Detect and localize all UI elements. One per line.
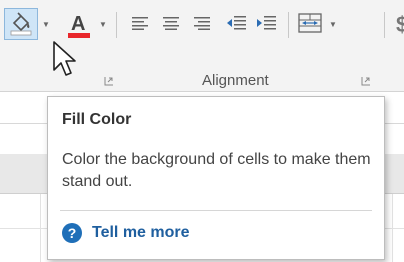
fill-color-button[interactable] <box>4 8 38 40</box>
separator <box>384 12 385 38</box>
tooltip-description: Color the background of cells to make th… <box>62 151 371 190</box>
fill-color-tooltip: Fill Color Color the background of cells… <box>47 96 385 260</box>
increase-indent-icon <box>257 16 276 30</box>
column-gridline <box>392 194 393 262</box>
tooltip-divider <box>60 210 372 211</box>
currency-format-icon[interactable]: $ <box>396 12 404 38</box>
font-color-dropdown[interactable]: ▼ <box>98 18 108 30</box>
font-color-button[interactable]: A <box>62 8 96 40</box>
tell-me-more-label: Tell me more <box>92 224 190 241</box>
separator <box>116 12 117 38</box>
svg-text:A: A <box>71 13 85 35</box>
align-right-icon <box>194 17 210 30</box>
separator <box>288 12 289 38</box>
alignment-group-label: Alignment <box>202 72 269 89</box>
align-center-button[interactable] <box>160 12 182 34</box>
align-right-button[interactable] <box>190 12 212 34</box>
chevron-down-icon: ▼ <box>42 19 50 29</box>
merge-center-button[interactable] <box>296 10 324 36</box>
mouse-cursor-icon <box>53 41 76 76</box>
column-gridline <box>40 194 41 262</box>
increase-indent-button[interactable] <box>254 12 278 34</box>
chevron-down-icon: ▼ <box>329 19 337 29</box>
merge-cells-icon <box>298 13 322 33</box>
font-dialog-launcher-icon[interactable] <box>104 76 114 86</box>
help-icon: ? <box>62 223 82 243</box>
decrease-indent-icon <box>227 16 246 30</box>
align-left-icon <box>132 17 148 30</box>
paint-bucket-icon <box>10 12 32 36</box>
tell-me-more-link[interactable]: ? Tell me more <box>62 223 190 243</box>
tooltip-title: Fill Color <box>62 111 132 128</box>
alignment-dialog-launcher-icon[interactable] <box>361 76 371 86</box>
decrease-indent-button[interactable] <box>224 12 248 34</box>
font-color-icon: A <box>68 13 90 38</box>
align-center-icon <box>163 17 179 30</box>
chevron-down-icon: ▼ <box>99 19 107 29</box>
fill-color-dropdown[interactable]: ▼ <box>41 18 51 30</box>
merge-center-dropdown[interactable]: ▼ <box>328 18 338 30</box>
align-left-button[interactable] <box>130 12 152 34</box>
